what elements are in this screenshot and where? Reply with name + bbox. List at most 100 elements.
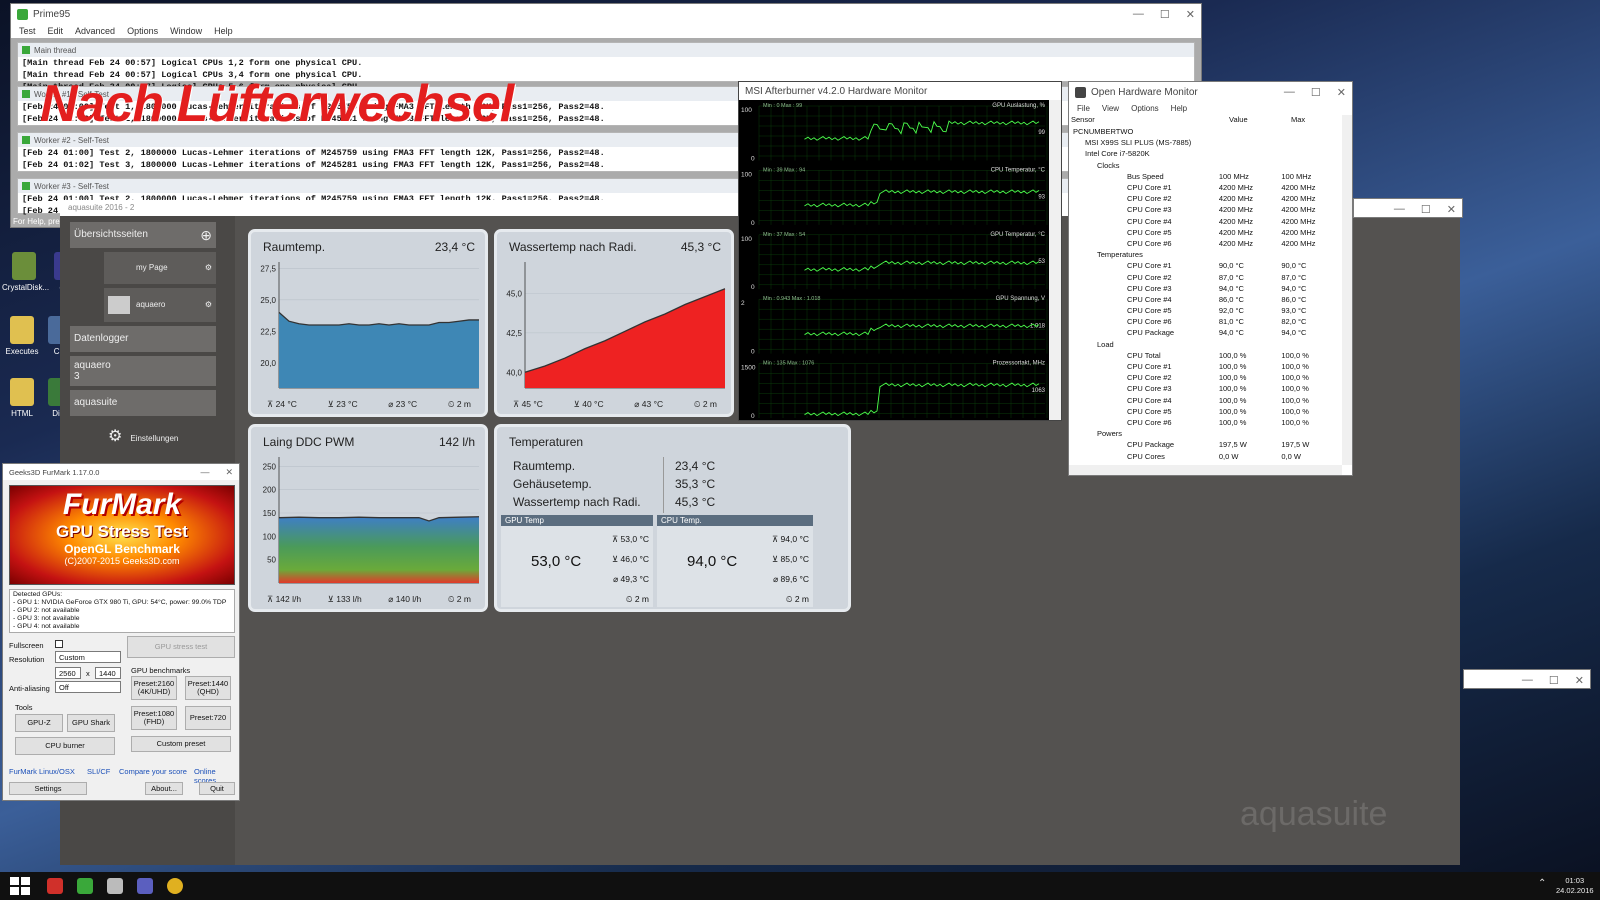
menu-options[interactable]: Options	[127, 26, 158, 36]
ohm-row[interactable]: CPU Core #4 100,0 % 100,0 %	[1071, 395, 1340, 406]
ohm-row[interactable]: CPU Core #6 81,0 °C 82,0 °C	[1071, 316, 1340, 327]
link-linux-osx[interactable]: FurMark Linux/OSX	[9, 767, 75, 776]
ohm-row[interactable]: CPU Core #4 86,0 °C 86,0 °C	[1071, 294, 1340, 305]
ohm-row[interactable]: Intel Core i7-5820K	[1071, 148, 1340, 159]
ohm-row[interactable]: CPU Core #2 4200 MHz 4200 MHz	[1071, 193, 1340, 204]
ohm-row[interactable]: CPU Core #5 4200 MHz 4200 MHz	[1071, 227, 1340, 238]
ohm-row[interactable]: Temperatures	[1071, 249, 1340, 260]
furmark-titlebar[interactable]: Geeks3D FurMark 1.17.0.0 — ✕	[3, 464, 239, 480]
about-button[interactable]: About...	[145, 782, 183, 795]
close-icon[interactable]: ✕	[1447, 203, 1456, 216]
ohm-row[interactable]: PCNUMBERTWO	[1071, 126, 1340, 137]
fullscreen-checkbox[interactable]	[55, 640, 63, 648]
lock-icon[interactable]: ⚙	[205, 288, 212, 322]
antialiasing-select[interactable]: Off	[55, 681, 121, 693]
sidebar-item-datalogger[interactable]: Datenlogger	[70, 326, 216, 352]
minimize-icon[interactable]: —	[1284, 86, 1295, 99]
ohm-row[interactable]: Load	[1071, 339, 1340, 350]
settings-button[interactable]: Settings	[9, 782, 87, 795]
menu-help[interactable]: Help	[214, 26, 233, 36]
ohm-row[interactable]: CPU Core #1 100,0 % 100,0 %	[1071, 361, 1340, 372]
resolution-height[interactable]: 1440	[95, 667, 121, 679]
tile-pwm[interactable]: Laing DDC PWM 142 l/h 250 200 150 100 50 ⊼ 1…	[248, 424, 488, 612]
close-icon[interactable]: ✕	[1575, 674, 1584, 687]
link-sli-cf[interactable]: SLI/CF	[87, 767, 110, 776]
ohm-row[interactable]: MSI X99S SLI PLUS (MS-7885)	[1071, 137, 1340, 148]
ohm-row[interactable]: CPU Core #6 100,0 % 100,0 %	[1071, 417, 1340, 428]
ohm-scrollbar[interactable]	[1342, 115, 1352, 465]
ohm-row[interactable]: CPU Package 94,0 °C 94,0 °C	[1071, 327, 1340, 338]
custom-preset-button[interactable]: Custom preset	[131, 736, 231, 752]
menu-edit[interactable]: Edit	[48, 26, 64, 36]
menu-help[interactable]: Help	[1171, 104, 1187, 113]
ohm-row[interactable]: CPU Core #5 100,0 % 100,0 %	[1071, 406, 1340, 417]
col-sensor[interactable]: Sensor	[1071, 115, 1229, 125]
sidebar-item-aquaero[interactable]: aquaero ⚙	[104, 288, 216, 322]
ohm-row[interactable]: CPU Core #3 94,0 °C 94,0 °C	[1071, 283, 1340, 294]
close-icon[interactable]: ✕	[1186, 8, 1195, 21]
tray-chevron-icon[interactable]: ⌃	[1538, 878, 1546, 889]
gpu-shark-button[interactable]: GPU Shark	[67, 714, 115, 732]
maximize-icon[interactable]: ☐	[1160, 8, 1170, 21]
clock[interactable]: 01:03 24.02.2016	[1556, 876, 1594, 896]
ohm-row[interactable]: CPU Core #2 87,0 °C 87,0 °C	[1071, 271, 1340, 282]
menu-view[interactable]: View	[1102, 104, 1119, 113]
maximize-icon[interactable]: ☐	[1421, 203, 1431, 216]
link-compare-score[interactable]: Compare your score	[119, 767, 187, 776]
close-icon[interactable]: ✕	[225, 467, 233, 478]
ohm-row[interactable]: CPU Core #6 4200 MHz 4200 MHz	[1071, 238, 1340, 249]
minimize-icon[interactable]: —	[1522, 674, 1533, 687]
taskbar-window-icon[interactable]	[107, 878, 123, 894]
quit-button[interactable]: Quit	[199, 782, 235, 795]
minimize-icon[interactable]: —	[1394, 203, 1405, 216]
menu-window[interactable]: Window	[170, 26, 202, 36]
menu-options[interactable]: Options	[1131, 104, 1159, 113]
sidebar-item-aquasuite[interactable]: aquasuite	[70, 390, 216, 416]
col-value[interactable]: Value	[1229, 115, 1291, 125]
afterburner-scrollbar[interactable]	[1049, 100, 1061, 420]
prime95-titlebar[interactable]: Prime95 — ☐ ✕	[11, 4, 1201, 24]
gpu-stress-test-button[interactable]: GPU stress test	[127, 636, 235, 658]
sidebar-item-aquaero3[interactable]: aquaero 3	[70, 356, 216, 386]
resolution-select[interactable]: Custom	[55, 651, 121, 663]
ohm-row[interactable]: CPU Package 197,5 W 197,5 W	[1071, 439, 1340, 450]
ohm-window[interactable]: Open Hardware Monitor — ☐ ✕ File View Optio…	[1068, 81, 1353, 476]
preset-2160-button[interactable]: Preset:2160 (4K/UHD)	[131, 676, 177, 700]
settings-icon[interactable]: ⚙	[205, 252, 212, 284]
add-icon[interactable]: ⊕	[200, 222, 212, 248]
preset-1440-button[interactable]: Preset:1440 (QHD)	[185, 676, 231, 700]
ohm-row[interactable]: CPU Core #3 4200 MHz 4200 MHz	[1071, 204, 1340, 215]
ohm-row[interactable]: Bus Speed 100 MHz 100 MHz	[1071, 171, 1340, 182]
ohm-row[interactable]: CPU Cores 0,0 W 0,0 W	[1071, 450, 1340, 461]
ohm-titlebar[interactable]: Open Hardware Monitor — ☐ ✕	[1069, 82, 1352, 102]
sidebar-item-settings[interactable]: ⚙ Einstellungen	[104, 422, 216, 452]
menu-file[interactable]: File	[1077, 104, 1090, 113]
desktop-icon-crystaldisk[interactable]: CrystalDisk...	[2, 252, 49, 292]
ohm-row[interactable]: CPU Core #2 100,0 % 100,0 %	[1071, 372, 1340, 383]
taskbar-app-icon[interactable]	[47, 878, 63, 894]
taskbar-ohm-icon[interactable]	[167, 878, 183, 894]
ohm-row[interactable]: CPU Core #4 4200 MHz 4200 MHz	[1071, 216, 1340, 227]
ohm-row[interactable]: CPU Core #5 92,0 °C 93,0 °C	[1071, 305, 1340, 316]
ohm-hscrollbar[interactable]	[1069, 465, 1342, 475]
maximize-icon[interactable]: ☐	[1311, 86, 1321, 99]
preset-720-button[interactable]: Preset:720	[185, 706, 231, 730]
cpu-burner-button[interactable]: CPU burner	[15, 737, 115, 755]
menu-advanced[interactable]: Advanced	[75, 26, 115, 36]
furmark-window[interactable]: Geeks3D FurMark 1.17.0.0 — ✕ FurMark GPU S…	[2, 463, 240, 801]
afterburner-window[interactable]: MSI Afterburner v4.2.0 Hardware Monitor …	[738, 81, 1062, 421]
sidebar-item-overview[interactable]: Übersichtsseiten ⊕	[70, 222, 216, 248]
tile-temperaturen[interactable]: Temperaturen Raumtemp. Gehäusetemp. Wass…	[494, 424, 851, 612]
background-window[interactable]: — ☐ ✕	[1353, 198, 1463, 218]
ohm-row[interactable]: Powers	[1071, 428, 1340, 439]
ohm-row[interactable]: Clocks	[1071, 160, 1340, 171]
minimize-icon[interactable]: —	[200, 467, 209, 478]
tile-wassertemp[interactable]: Wassertemp nach Radi. 45,3 °C 45,0 42,5 40…	[494, 229, 734, 417]
resolution-width[interactable]: 2560	[55, 667, 81, 679]
tile-raumtemp[interactable]: Raumtemp. 23,4 °C 27,5 25,0 22,5 20,0 ⊼ 24 …	[248, 229, 488, 417]
background-window-2[interactable]: — ☐ ✕	[1463, 669, 1591, 689]
col-max[interactable]: Max	[1291, 115, 1305, 125]
maximize-icon[interactable]: ☐	[1549, 674, 1559, 687]
ohm-row[interactable]: CPU Total 100,0 % 100,0 %	[1071, 350, 1340, 361]
afterburner-titlebar[interactable]: MSI Afterburner v4.2.0 Hardware Monitor	[739, 82, 1061, 100]
